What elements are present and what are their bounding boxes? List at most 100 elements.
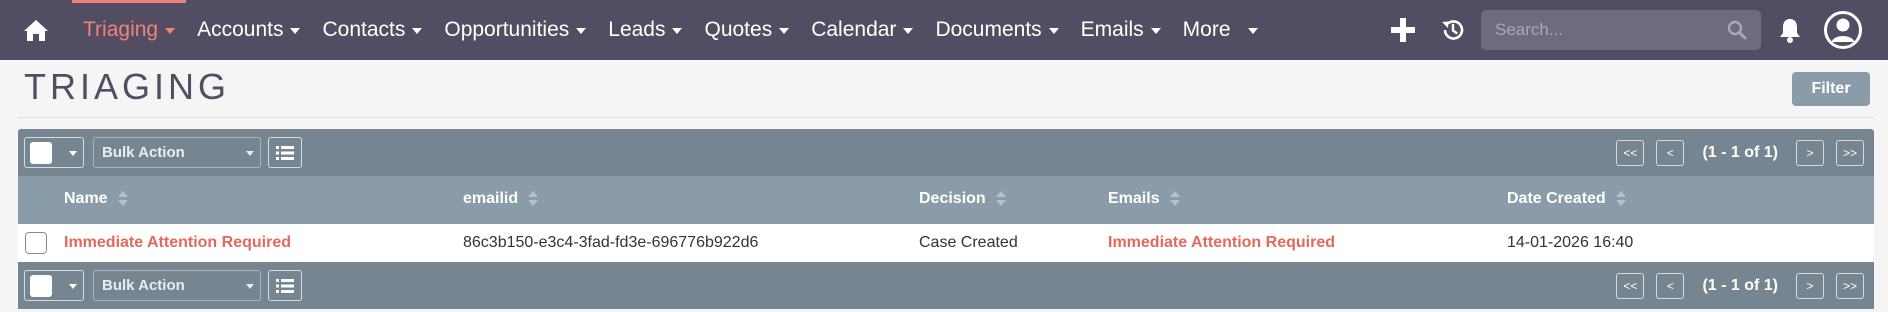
notifications-button[interactable]	[1778, 17, 1804, 43]
email-link[interactable]: Immediate Attention Required	[1108, 224, 1335, 262]
top-navigation-bar: Triaging Accounts Contacts Opportunities…	[0, 0, 1888, 60]
list-icon	[276, 278, 294, 293]
bulk-action-dropdown[interactable]: Bulk Action	[93, 137, 261, 168]
chevron-down-icon	[1247, 28, 1258, 34]
select-all-dropdown[interactable]	[24, 137, 84, 168]
nav-label: Triaging	[83, 18, 159, 41]
pagination: << < (1 - 1 of 1) > >>	[1604, 140, 1864, 166]
chevron-down-icon	[246, 151, 254, 156]
nav-label: Documents	[935, 18, 1042, 41]
search-icon[interactable]	[1727, 20, 1747, 40]
column-header-decision[interactable]: Decision	[919, 176, 1006, 224]
last-page-button[interactable]: >>	[1836, 273, 1864, 299]
search-input[interactable]	[1495, 20, 1725, 40]
last-page-button[interactable]: >>	[1836, 140, 1864, 166]
column-header-date-created[interactable]: Date Created	[1507, 176, 1626, 224]
bulk-action-label: Bulk Action	[102, 277, 185, 294]
nav-label: More	[1182, 18, 1231, 41]
column-label: emailid	[463, 190, 519, 207]
prev-page-button[interactable]: <	[1656, 140, 1685, 166]
nav-item-documents[interactable]: Documents	[924, 0, 1069, 60]
nav-label: Quotes	[704, 18, 773, 41]
chevron-down-icon	[1150, 28, 1161, 34]
select-all-checkbox[interactable]	[30, 275, 52, 297]
nav-label: Opportunities	[444, 18, 570, 41]
column-chooser-button[interactable]	[268, 270, 302, 301]
list-toolbar-top: Bulk Action << < (1 - 1 of 1) > >>	[18, 129, 1874, 176]
column-label: Date Created	[1507, 190, 1606, 207]
column-header-emails[interactable]: Emails	[1108, 176, 1180, 224]
column-label: Decision	[919, 190, 986, 207]
filter-button[interactable]: Filter	[1792, 72, 1870, 106]
select-all-dropdown[interactable]	[24, 270, 84, 301]
record-name-link[interactable]: Immediate Attention Required	[64, 224, 291, 262]
nav-item-more[interactable]: More	[1172, 0, 1269, 60]
chevron-down-icon	[672, 28, 683, 34]
recently-viewed-button[interactable]	[1440, 17, 1466, 43]
sort-icon	[528, 190, 539, 208]
chevron-down-icon	[779, 28, 790, 34]
column-label: Name	[64, 190, 108, 207]
pagination: << < (1 - 1 of 1) > >>	[1604, 273, 1864, 299]
nav-item-leads[interactable]: Leads	[597, 0, 693, 60]
list-toolbar-bottom: Bulk Action << < (1 - 1 of 1) > >>	[18, 262, 1874, 309]
table-row: Immediate Attention Required 86c3b150-e3…	[18, 224, 1874, 262]
first-page-button[interactable]: <<	[1616, 273, 1645, 299]
column-header-emailid[interactable]: emailid	[463, 176, 539, 224]
list-icon	[276, 145, 294, 160]
chevron-down-icon	[903, 28, 914, 34]
chevron-down-icon	[69, 284, 77, 289]
sort-icon	[995, 190, 1006, 208]
global-search[interactable]	[1481, 10, 1761, 50]
nav-label: Leads	[608, 18, 666, 41]
header-divider	[18, 117, 1874, 118]
nav-item-emails[interactable]: Emails	[1070, 0, 1172, 60]
sort-icon	[1615, 190, 1626, 208]
date-created-cell: 14-01-2026 16:40	[1507, 234, 1634, 251]
sort-icon	[117, 190, 128, 208]
history-icon	[1442, 20, 1464, 40]
nav-item-triaging[interactable]: Triaging	[72, 0, 187, 60]
create-button[interactable]	[1390, 17, 1416, 43]
first-page-button[interactable]: <<	[1616, 140, 1645, 166]
chevron-down-icon	[165, 28, 176, 34]
select-all-checkbox[interactable]	[30, 142, 52, 164]
nav-item-quotes[interactable]: Quotes	[693, 0, 800, 60]
nav-item-accounts[interactable]: Accounts	[186, 0, 311, 60]
nav-item-contacts[interactable]: Contacts	[311, 0, 433, 60]
nav-item-opportunities[interactable]: Opportunities	[433, 0, 597, 60]
chevron-down-icon	[576, 28, 587, 34]
user-icon	[1824, 11, 1862, 49]
home-icon	[24, 20, 48, 41]
emailid-cell: 86c3b150-e3c4-3fad-fd3e-696776b922d6	[463, 234, 759, 251]
chevron-down-icon	[412, 28, 423, 34]
row-checkbox[interactable]	[25, 232, 47, 254]
page-title: TRIAGING	[24, 66, 231, 107]
chevron-down-icon	[69, 151, 77, 156]
bell-icon	[1780, 19, 1800, 43]
table-header: Name emailid Decision Emails Date Create…	[18, 176, 1874, 224]
sort-icon	[1169, 190, 1180, 208]
nav-label: Emails	[1080, 18, 1144, 41]
column-label: Emails	[1108, 190, 1160, 207]
nav-label: Calendar	[811, 18, 897, 41]
next-page-button[interactable]: >	[1796, 273, 1824, 299]
column-chooser-button[interactable]	[268, 137, 302, 168]
bulk-action-dropdown[interactable]: Bulk Action	[93, 270, 261, 301]
plus-icon	[1391, 18, 1415, 42]
nav-label: Contacts	[322, 18, 406, 41]
decision-cell: Case Created	[919, 234, 1018, 251]
prev-page-button[interactable]: <	[1656, 273, 1685, 299]
pagination-info: (1 - 1 of 1)	[1702, 144, 1778, 161]
nav-label: Accounts	[197, 18, 284, 41]
pagination-info: (1 - 1 of 1)	[1702, 277, 1778, 294]
chevron-down-icon	[1048, 28, 1059, 34]
column-header-name[interactable]: Name	[64, 176, 128, 224]
chevron-down-icon	[246, 284, 254, 289]
next-page-button[interactable]: >	[1796, 140, 1824, 166]
bulk-action-label: Bulk Action	[102, 144, 185, 161]
user-menu-button[interactable]	[1823, 10, 1863, 50]
chevron-down-icon	[290, 28, 301, 34]
nav-item-calendar[interactable]: Calendar	[800, 0, 924, 60]
home-button[interactable]	[0, 0, 72, 60]
